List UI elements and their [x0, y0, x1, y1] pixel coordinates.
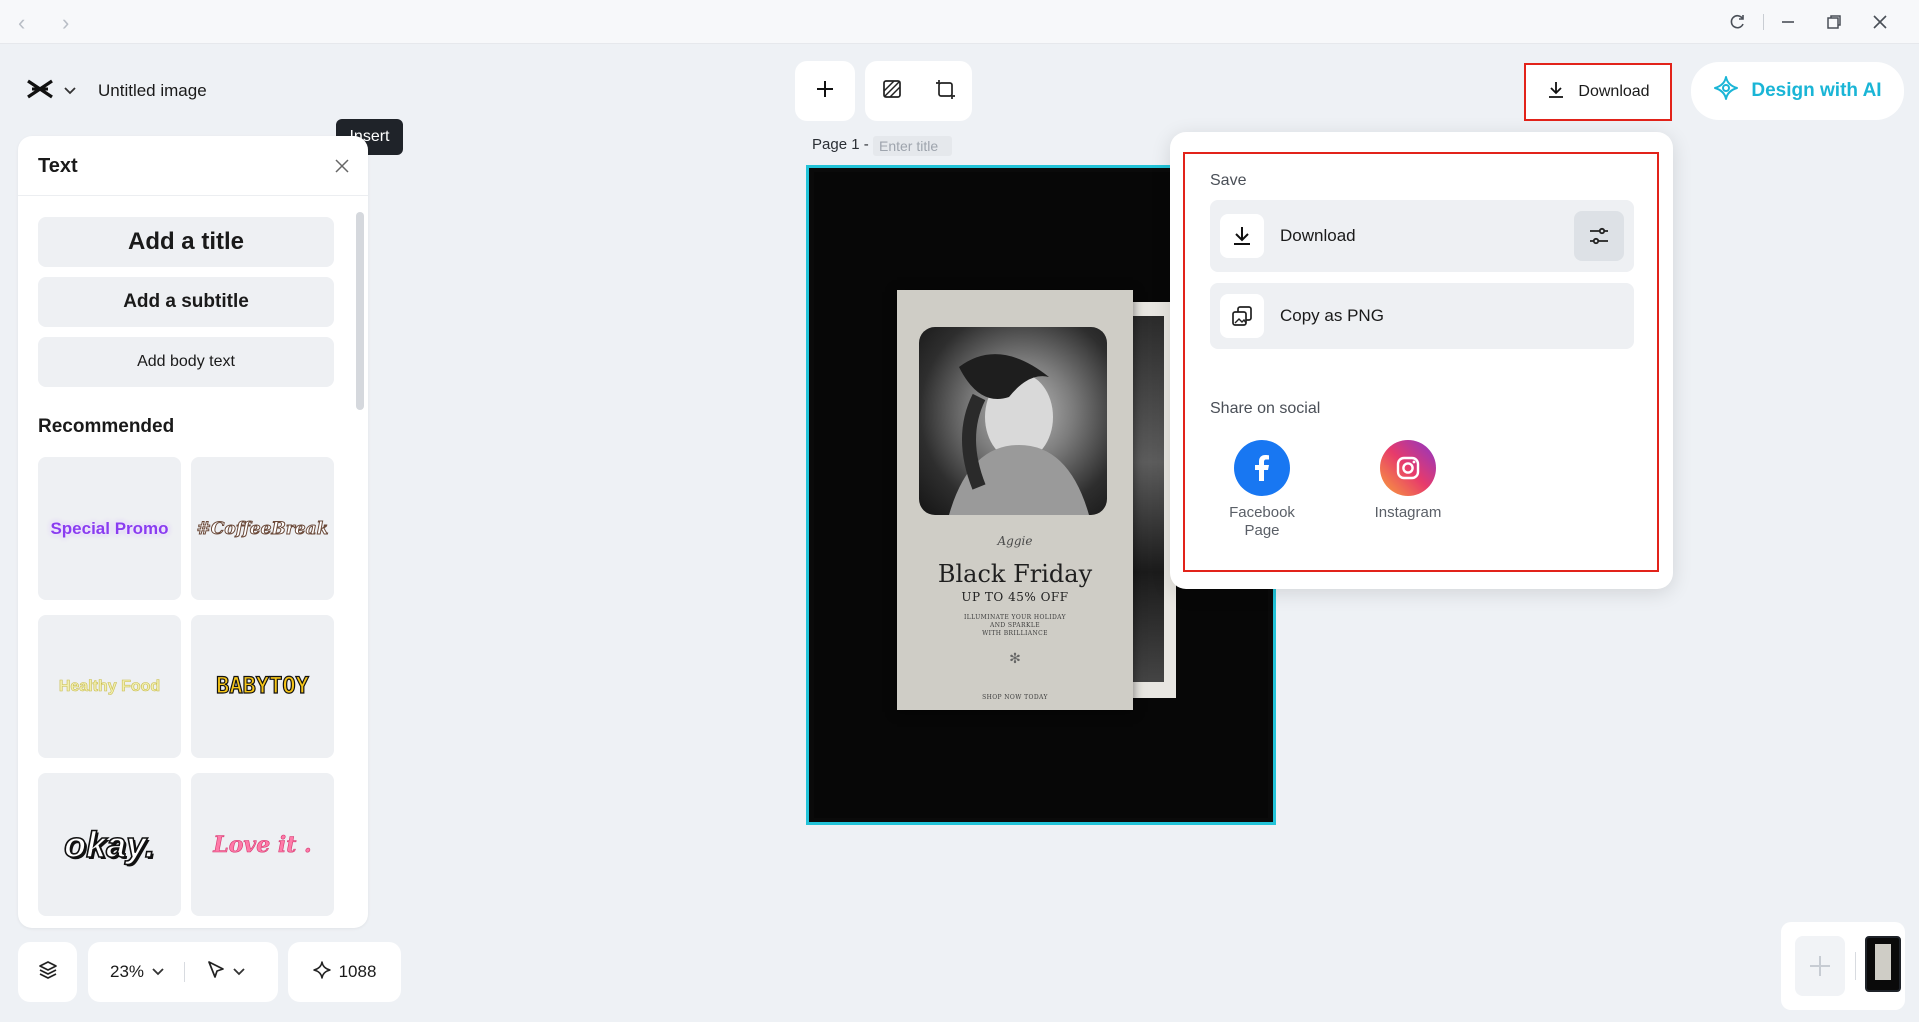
download-settings-button[interactable]: [1574, 211, 1624, 261]
text-style-healthy-food[interactable]: Healthy Food: [38, 615, 181, 758]
poster-headline: Black Friday: [937, 560, 1093, 588]
refresh-icon[interactable]: [1723, 8, 1751, 36]
back-arrow-icon[interactable]: ‹: [18, 10, 25, 36]
design-with-ai-button[interactable]: Design with AI: [1691, 62, 1904, 120]
panel-title: Text: [38, 155, 78, 177]
download-menu: Save Download Copy as PNG Share on socia…: [1170, 132, 1673, 589]
text-style-special-promo[interactable]: Special Promo: [38, 457, 181, 600]
text-style-babytoy[interactable]: BABYTOY: [191, 615, 334, 758]
download-option[interactable]: Download: [1210, 200, 1634, 272]
zoom-level[interactable]: 23%: [110, 962, 144, 982]
thumbnail-poster: [1875, 944, 1891, 980]
text-style-coffee-break[interactable]: #CoffeeBreak: [191, 457, 334, 600]
title-bar: ‹ ›: [0, 0, 1919, 44]
add-body-text-button[interactable]: Add body text: [38, 337, 334, 387]
snowflake-icon: ✻: [1009, 650, 1021, 666]
recommended-heading: Recommended: [38, 416, 175, 437]
plus-icon: [1810, 956, 1830, 976]
plus-icon: [815, 79, 835, 104]
save-section-label: Save: [1210, 172, 1247, 189]
poster-photo: [919, 327, 1107, 515]
share-facebook-page[interactable]: Facebook Page: [1222, 440, 1302, 540]
instagram-label: Instagram: [1374, 504, 1442, 521]
canvas-tools: [865, 61, 972, 121]
download-button[interactable]: Download: [1524, 63, 1672, 121]
add-page-button[interactable]: [1795, 936, 1845, 996]
poster-script-text: Aggie: [997, 534, 1033, 548]
chevron-down-icon[interactable]: [152, 963, 164, 981]
close-window-icon[interactable]: [1866, 8, 1894, 36]
credits-count: 1088: [338, 962, 377, 981]
credits-button[interactable]: 1088: [288, 942, 401, 1002]
poster-subheadline: UP TO 45% OFF: [961, 590, 1069, 604]
share-section-label: Share on social: [1210, 400, 1321, 417]
layers-icon: [37, 959, 59, 986]
poster-footer: SHOP NOW TODAY: [982, 694, 1048, 701]
insert-button[interactable]: [795, 61, 855, 121]
poster-body-line: ILLUMINATE YOUR HOLIDAY: [963, 614, 1067, 621]
instagram-icon: [1380, 440, 1436, 496]
copy-as-png-option[interactable]: Copy as PNG: [1210, 283, 1634, 349]
facebook-page-label: Facebook Page: [1229, 504, 1295, 539]
background-icon[interactable]: [881, 78, 903, 105]
minimize-icon[interactable]: [1774, 8, 1802, 36]
poster-body-line: AND SPARKLE: [990, 622, 1040, 629]
sliders-icon: [1590, 227, 1608, 245]
poster-body-line: WITH BRILLIANCE: [982, 630, 1048, 637]
ai-sparkle-icon: [1713, 75, 1739, 107]
capcut-logo-icon: [26, 78, 54, 105]
document-title[interactable]: Untitled image: [98, 81, 207, 101]
chevron-down-icon[interactable]: [64, 82, 76, 100]
copy-as-png-label: Copy as PNG: [1280, 306, 1384, 325]
resize-icon[interactable]: [934, 78, 956, 105]
pages-panel: [1781, 922, 1905, 1010]
pages-separator: [1855, 952, 1856, 980]
pointer-tool-icon[interactable]: [207, 960, 225, 985]
panel-header: Text: [18, 136, 368, 196]
download-button-label: Download: [1578, 83, 1650, 100]
page-title-input[interactable]: Enter title: [873, 136, 952, 156]
add-title-button[interactable]: Add a title: [38, 217, 334, 267]
layers-button[interactable]: [18, 942, 77, 1002]
sparkle-icon: [312, 960, 331, 984]
zoom-controls: 23%: [88, 942, 278, 1002]
poster-card[interactable]: Aggie Black Friday UP TO 45% OFF ILLUMIN…: [897, 290, 1133, 710]
panel-scrollbar[interactable]: [356, 212, 364, 410]
share-instagram[interactable]: Instagram: [1368, 440, 1448, 522]
text-panel: Text Add a title Add a subtitle Add body…: [18, 136, 368, 928]
add-subtitle-button[interactable]: Add a subtitle: [38, 277, 334, 327]
design-with-ai-label: Design with AI: [1751, 80, 1882, 101]
forward-arrow-icon[interactable]: ›: [62, 10, 69, 36]
close-icon[interactable]: [330, 154, 354, 178]
copy-image-icon: [1220, 294, 1264, 338]
restore-icon[interactable]: [1820, 8, 1848, 36]
page-thumbnail[interactable]: [1865, 936, 1901, 992]
download-icon: [1546, 80, 1566, 105]
text-style-love-it[interactable]: Love it .: [191, 773, 334, 916]
titlebar-separator: [1763, 14, 1764, 30]
app-menu[interactable]: Untitled image: [18, 68, 244, 114]
download-option-label: Download: [1280, 226, 1356, 245]
facebook-icon: [1234, 440, 1290, 496]
download-icon: [1220, 214, 1264, 258]
text-style-okay[interactable]: okay.: [38, 773, 181, 916]
chevron-down-icon[interactable]: [233, 963, 245, 981]
page-label: Page 1 -: [812, 136, 869, 153]
toolbar-separator: [184, 962, 186, 982]
